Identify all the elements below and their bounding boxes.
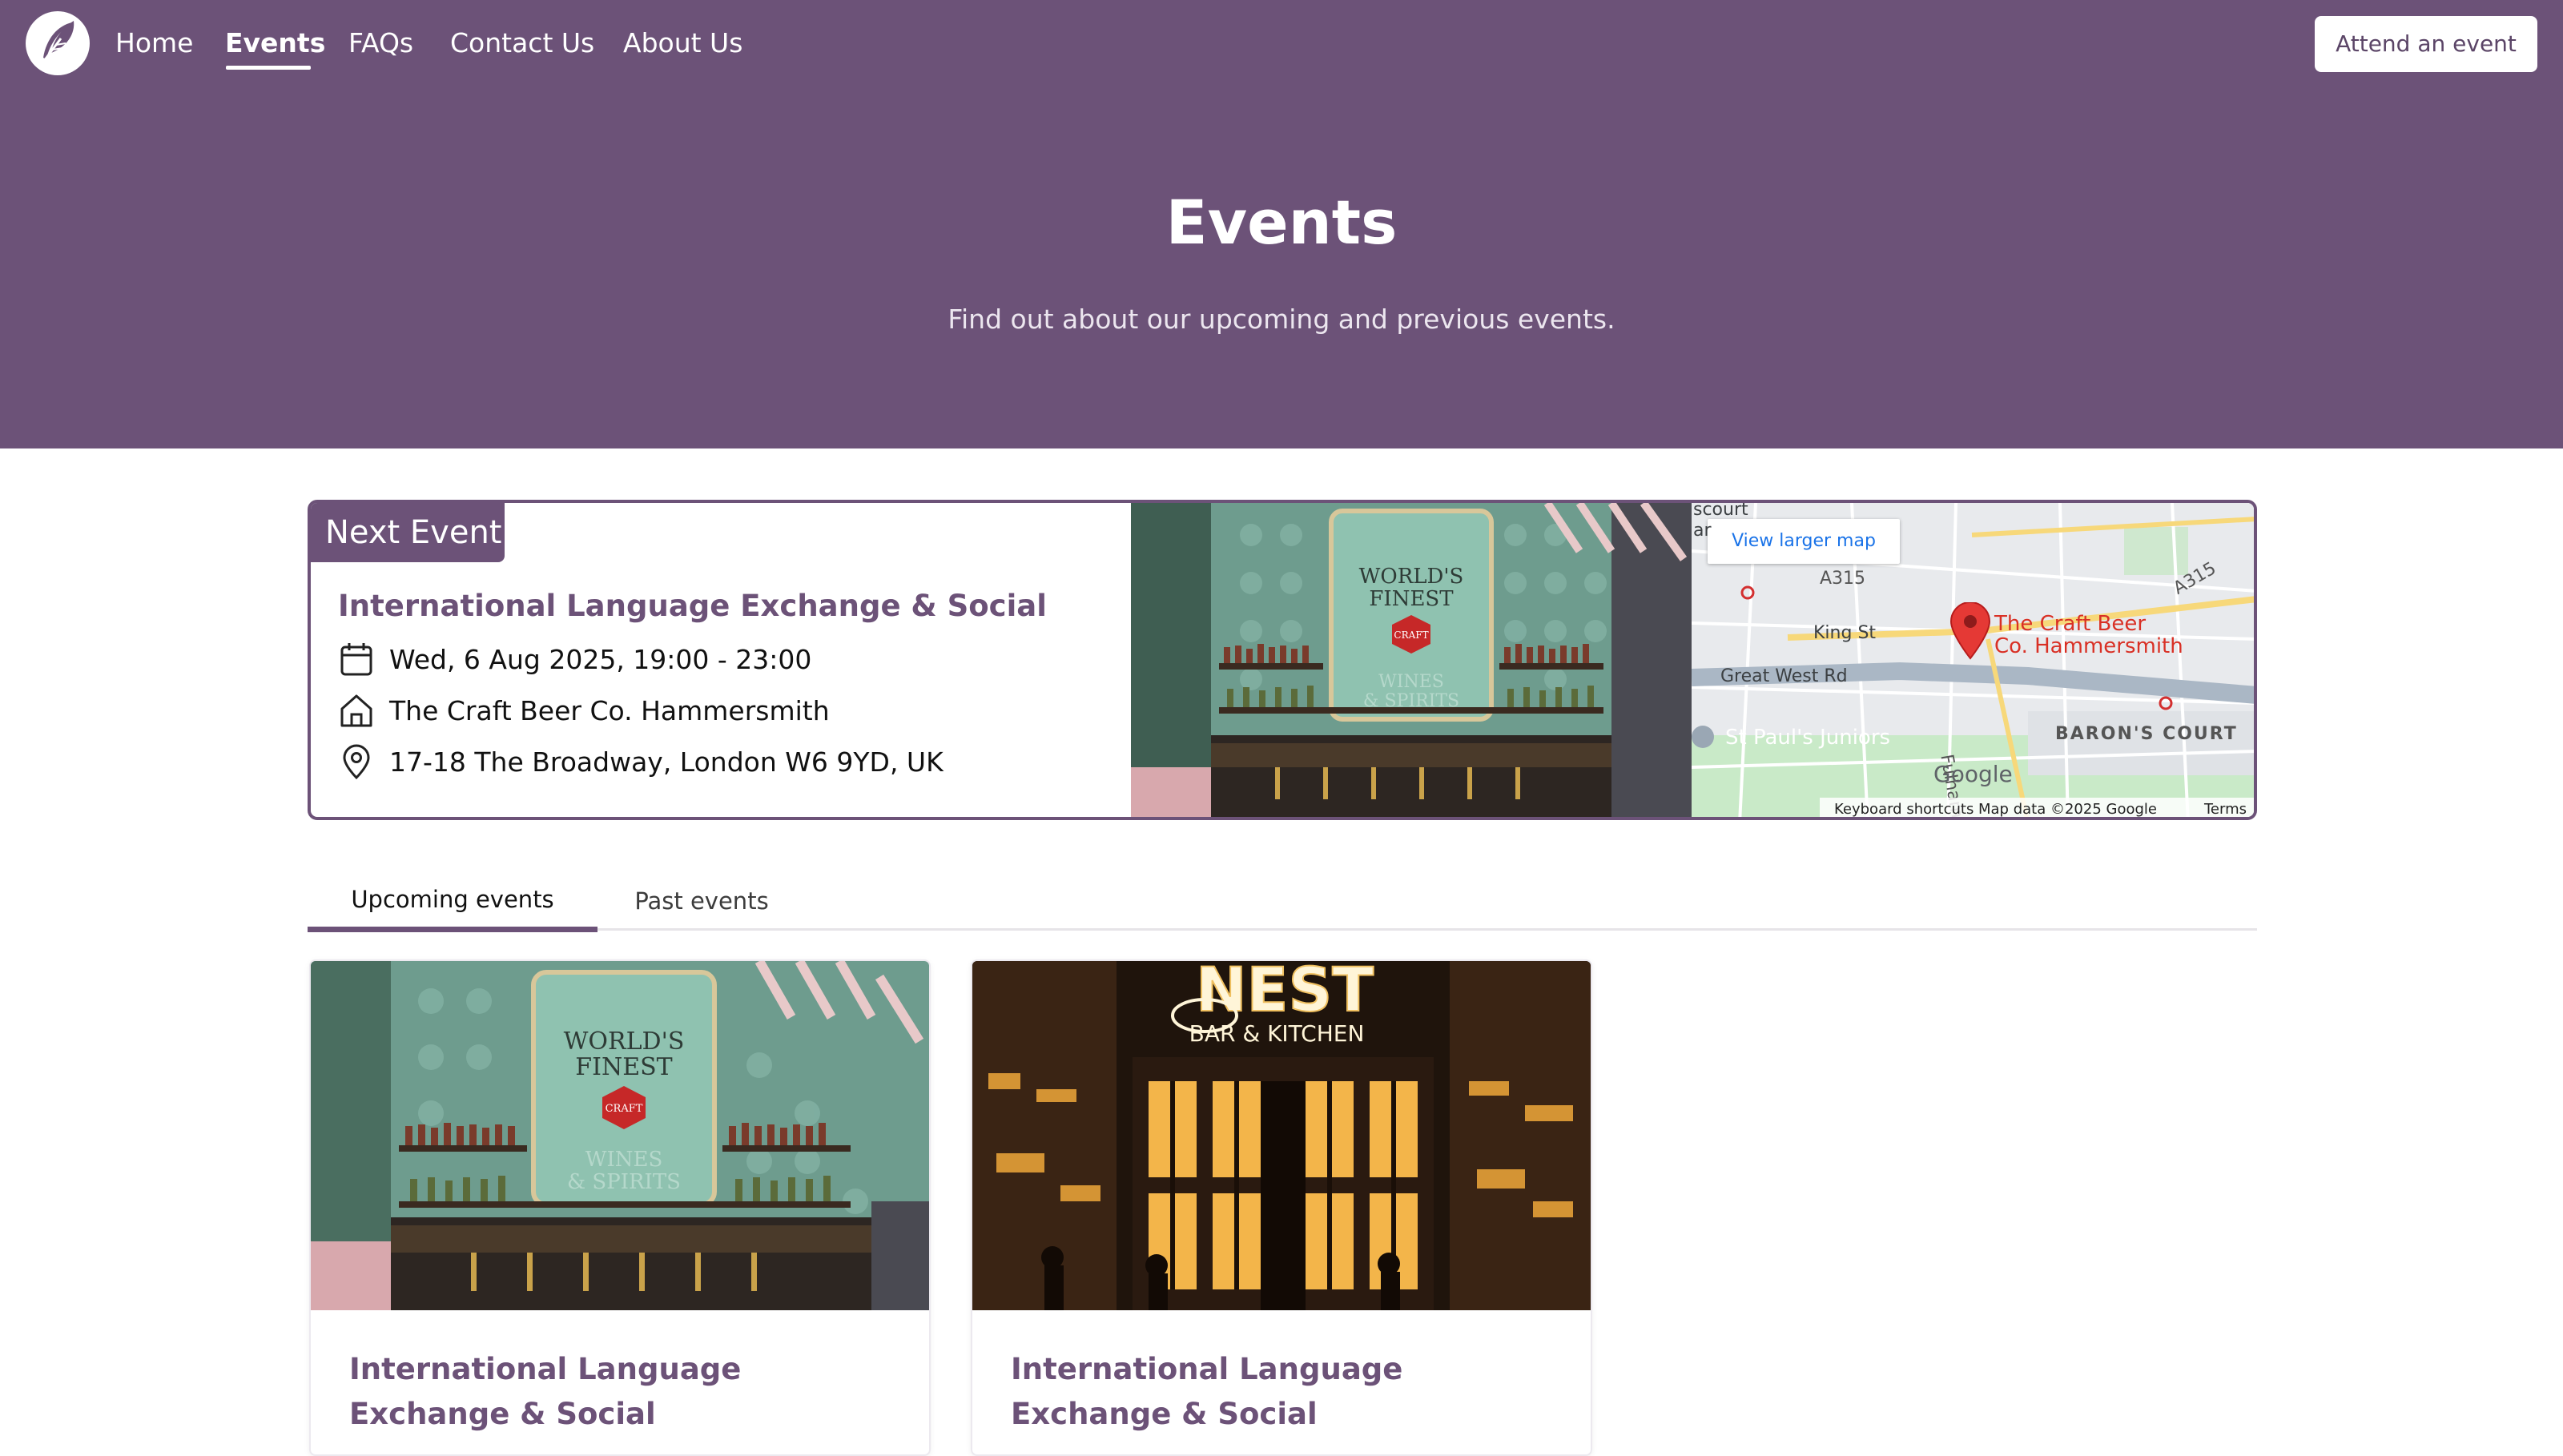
page-subtitle: Find out about our upcoming and previous… — [948, 304, 1615, 335]
venue-map[interactable]: View larger map scourt ar A315 A315 King… — [1692, 503, 2254, 818]
tab-past-events[interactable]: Past events — [606, 865, 798, 931]
attend-event-button[interactable]: Attend an event — [2315, 16, 2537, 72]
card1-sign-text-2: FINEST — [575, 1053, 672, 1081]
nav-link-home[interactable]: Home — [115, 27, 193, 59]
card1-sign-text-5: & SPIRITS — [567, 1170, 681, 1194]
next-event-title[interactable]: International Language Exchange & Social — [338, 586, 1047, 626]
map-pin-label-line2: Co. Hammersmith — [1994, 634, 2183, 658]
map-label-ar: ar — [1693, 521, 1712, 541]
map-keyboard-shortcuts[interactable]: Keyboard shortcuts — [1834, 798, 1974, 817]
event-image: NEST BAR & KITCHEN — [972, 961, 1591, 1310]
map-label-scourt: scourt — [1693, 503, 1748, 520]
card1-sign-text-3: CRAFT — [606, 1103, 643, 1115]
next-event-badge: Next Event — [311, 503, 505, 562]
map-pin-label-line1: The Craft Beer — [1994, 612, 2147, 636]
nest-sign-subtext: BAR & KITCHEN — [1189, 1020, 1365, 1047]
nav-link-about-us[interactable]: About Us — [623, 27, 742, 59]
map-label-great-west-rd: Great West Rd — [1720, 666, 1848, 686]
card1-sign-text-4: WINES — [585, 1148, 663, 1172]
nav-link-contact-us[interactable]: Contact Us — [450, 27, 594, 59]
feather-logo-icon[interactable] — [26, 11, 90, 75]
nest-sign-text: NEST — [1196, 961, 1374, 1025]
card1-sign-text-1: WORLD'S — [564, 1028, 685, 1056]
event-card-title[interactable]: International Language Exchange & Social — [1011, 1347, 1555, 1437]
view-larger-map-button[interactable]: View larger map — [1708, 519, 1900, 564]
nav-link-events[interactable]: Events — [225, 27, 325, 59]
events-tabs: Upcoming events Past events — [308, 865, 2257, 932]
map-label-a315: A315 — [1820, 569, 1866, 589]
photo-sign-text-3: CRAFT — [1394, 629, 1428, 641]
event-venue: The Craft Beer Co. Hammersmith — [389, 695, 830, 726]
map-label-barons-court: BARON'S COURT — [2055, 724, 2238, 744]
calendar-icon — [340, 643, 372, 676]
venue-photo: WORLD'S FINEST CRAFT WINES & SPIRITS — [1131, 503, 1692, 817]
tab-upcoming-events[interactable]: Upcoming events — [308, 865, 597, 932]
event-datetime: Wed, 6 Aug 2025, 19:00 - 23:00 — [389, 644, 812, 675]
map-label-st-pauls: St Paul's Juniors — [1725, 726, 1891, 750]
photo-sign-text-1: WORLD'S — [1359, 565, 1464, 589]
map-data-attribution: Map data ©2025 Google — [1978, 801, 2157, 818]
event-address: 17-18 The Broadway, London W6 9YD, UK — [389, 746, 944, 778]
location-pin-icon — [343, 744, 370, 780]
map-pin-icon[interactable] — [1949, 602, 1991, 660]
map-terms-link[interactable]: Terms — [2204, 798, 2247, 817]
top-navigation: Home Events FAQs Contact Us About Us Att… — [0, 0, 2563, 90]
map-footer: Keyboard shortcuts Map data ©2025 Google… — [1820, 798, 2254, 818]
hero-banner: Home Events FAQs Contact Us About Us Att… — [0, 0, 2563, 448]
map-label-king-st: King St — [1813, 623, 1877, 643]
page-title: Events — [1165, 187, 1398, 258]
home-icon — [340, 694, 372, 727]
event-card-title[interactable]: International Language Exchange & Social — [349, 1347, 894, 1437]
photo-sign-text-4: WINES — [1378, 672, 1444, 692]
event-card[interactable]: WORLD'S FINEST CRAFT WINES & SPIRITS Int… — [309, 959, 931, 1456]
nav-link-faqs[interactable]: FAQs — [348, 27, 413, 59]
event-image: WORLD'S FINEST CRAFT WINES & SPIRITS — [311, 961, 929, 1310]
photo-sign-text-2: FINEST — [1369, 587, 1454, 611]
event-card[interactable]: NEST BAR & KITCHEN International Languag… — [971, 959, 1592, 1456]
google-logo: Google — [1933, 761, 2013, 787]
next-event-card[interactable]: Next Event International Language Exchan… — [308, 500, 2257, 820]
nav-active-indicator — [226, 66, 311, 70]
